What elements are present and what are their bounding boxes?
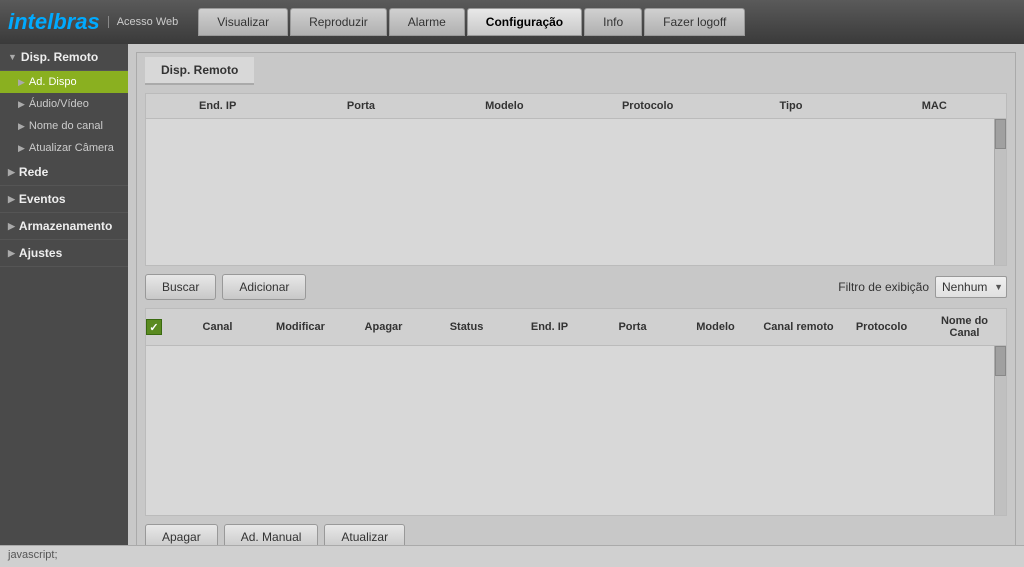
col-protocolo: Protocolo <box>576 98 719 114</box>
sidebar-section-eventos[interactable]: Eventos <box>0 186 128 213</box>
arrow-right-icon <box>8 167 15 178</box>
sidebar-section-label: Armazenamento <box>19 219 112 233</box>
status-text: javascript; <box>8 549 58 561</box>
col-endip: End. IP <box>146 98 289 114</box>
main-layout: Disp. Remoto Ad. Dispo Áudio/Vídeo Nome … <box>0 44 1024 567</box>
sidebar: Disp. Remoto Ad. Dispo Áudio/Vídeo Nome … <box>0 44 128 567</box>
status-bar: javascript; <box>0 545 1024 567</box>
col2-canal: Canal <box>176 319 259 335</box>
logo-brand: intelbras <box>8 9 100 35</box>
tab-configuracao[interactable]: Configuração <box>467 8 582 36</box>
content-panel: Disp. Remoto End. IP Porta Modelo Protoc… <box>136 52 1016 559</box>
sidebar-section-ajustes[interactable]: Ajustes <box>0 240 128 267</box>
col2-apagar: Apagar <box>342 319 425 335</box>
buscar-button[interactable]: Buscar <box>145 274 216 300</box>
added-devices-table-header: Canal Modificar Apagar Status End. IP Po… <box>146 309 1006 346</box>
acesso-web-label: Acesso Web <box>108 16 179 28</box>
sidebar-item-ad-dispo[interactable]: Ad. Dispo <box>0 71 128 93</box>
sidebar-item-atualizar-camera[interactable]: Atualizar Câmera <box>0 137 128 159</box>
discovery-table-header: End. IP Porta Modelo Protocolo Tipo MAC <box>146 94 1006 119</box>
discovery-buttons-row: Buscar Adicionar Filtro de exibição Nenh… <box>145 274 1007 300</box>
panel-body: End. IP Porta Modelo Protocolo Tipo MAC <box>137 85 1015 558</box>
discovery-table: End. IP Porta Modelo Protocolo Tipo MAC <box>145 93 1007 266</box>
content-area: Disp. Remoto End. IP Porta Modelo Protoc… <box>128 44 1024 567</box>
filter-area: Filtro de exibição Nenhum ▼ <box>838 276 1007 298</box>
arrow-right-icon <box>8 248 15 259</box>
nav-tabs: Visualizar Reproduzir Alarme Configuraçã… <box>198 8 745 36</box>
col2-status: Status <box>425 319 508 335</box>
arrow-right-icon <box>8 221 15 232</box>
sidebar-item-nome-canal[interactable]: Nome do canal <box>0 115 128 137</box>
arrow-down-icon <box>8 52 17 62</box>
scrollbar2-thumb[interactable] <box>995 346 1006 376</box>
tab-logoff[interactable]: Fazer logoff <box>644 8 745 36</box>
filter-select-wrapper: Nenhum ▼ <box>935 276 1007 298</box>
adicionar-button[interactable]: Adicionar <box>222 274 306 300</box>
col2-porta: Porta <box>591 319 674 335</box>
added-devices-table-body <box>146 346 1006 515</box>
panel-tab: Disp. Remoto <box>145 57 254 85</box>
sidebar-section-label: Eventos <box>19 192 66 206</box>
filter-select[interactable]: Nenhum <box>935 276 1007 298</box>
added-devices-table: Canal Modificar Apagar Status End. IP Po… <box>145 308 1007 516</box>
sidebar-section-label: Rede <box>19 165 48 179</box>
col-tipo: Tipo <box>719 98 862 114</box>
logo-area: intelbras Acesso Web <box>8 9 178 35</box>
sidebar-item-label: Ad. Dispo <box>29 76 77 88</box>
checkbox-cell-header[interactable] <box>146 319 176 335</box>
col2-modificar: Modificar <box>259 319 342 335</box>
col-modelo: Modelo <box>433 98 576 114</box>
arrow-right-icon <box>18 99 25 110</box>
col-mac: MAC <box>863 98 1006 114</box>
sidebar-section-disp-remoto[interactable]: Disp. Remoto <box>0 44 128 71</box>
arrow-right-icon <box>18 77 25 88</box>
col2-modelo: Modelo <box>674 319 757 335</box>
sidebar-item-label: Atualizar Câmera <box>29 142 114 154</box>
sidebar-item-audio-video[interactable]: Áudio/Vídeo <box>0 93 128 115</box>
arrow-right-icon <box>8 194 15 205</box>
sidebar-section-label: Disp. Remoto <box>21 50 98 64</box>
col-porta: Porta <box>289 98 432 114</box>
scrollbar-right[interactable] <box>994 119 1006 265</box>
sidebar-item-label: Nome do canal <box>29 120 103 132</box>
col2-nome-canal: Nome do Canal <box>923 313 1006 341</box>
scrollbar-thumb[interactable] <box>995 119 1006 149</box>
arrow-right-icon <box>18 121 25 132</box>
col2-canal-remoto: Canal remoto <box>757 319 840 335</box>
filter-label: Filtro de exibição <box>838 280 929 294</box>
sidebar-section-armazenamento[interactable]: Armazenamento <box>0 213 128 240</box>
tab-reproduzir[interactable]: Reproduzir <box>290 8 387 36</box>
arrow-right-icon <box>18 143 25 154</box>
sidebar-section-rede[interactable]: Rede <box>0 159 128 186</box>
col2-endip: End. IP <box>508 319 591 335</box>
tab-info[interactable]: Info <box>584 8 642 36</box>
scrollbar2-right[interactable] <box>994 346 1006 515</box>
col2-protocolo: Protocolo <box>840 319 923 335</box>
discovery-table-body <box>146 119 1006 265</box>
sidebar-section-label: Ajustes <box>19 246 62 260</box>
header: intelbras Acesso Web Visualizar Reproduz… <box>0 0 1024 44</box>
tab-alarme[interactable]: Alarme <box>389 8 465 36</box>
sidebar-item-label: Áudio/Vídeo <box>29 98 89 110</box>
select-all-checkbox[interactable] <box>146 319 162 335</box>
tab-visualizar[interactable]: Visualizar <box>198 8 288 36</box>
